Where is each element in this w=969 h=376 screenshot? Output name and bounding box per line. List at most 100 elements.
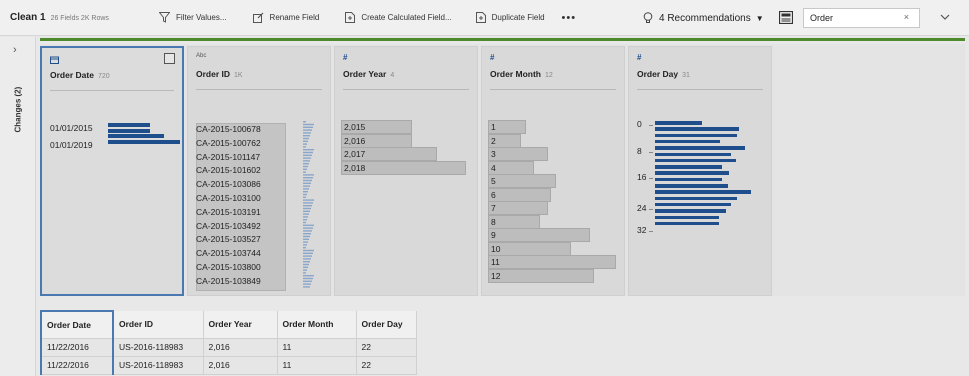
histogram-bar: 2,016 <box>341 133 413 148</box>
expand-icon[interactable]: › <box>13 44 17 56</box>
histogram-bar <box>655 202 732 207</box>
histogram-bar: 12 <box>488 268 595 283</box>
duplicate-icon <box>475 12 486 23</box>
column-header[interactable]: Order Day <box>356 311 417 339</box>
table-cell[interactable]: US-2016-118983 <box>113 338 204 357</box>
distribution-mark <box>303 191 308 193</box>
distribution-mark <box>303 154 312 156</box>
chevron-down-icon[interactable] <box>940 14 950 21</box>
distribution-mark <box>303 227 313 229</box>
table-cell[interactable]: 11 <box>277 338 357 357</box>
more-options-button[interactable]: ••• <box>552 12 587 24</box>
filter-values-label: Filter Values... <box>176 13 227 22</box>
column-header[interactable]: Order Year <box>203 311 278 339</box>
distribution-mark <box>303 216 308 218</box>
histogram-bar: 10 <box>488 241 572 256</box>
distribution-mark <box>303 238 309 240</box>
data-table: Order Date Order ID Order Year Order Mon… <box>40 310 417 375</box>
data-grid: Order Date Order ID Order Year Order Mon… <box>40 310 417 375</box>
recommendations-label: 4 Recommendations <box>659 12 751 24</box>
distribution-mark <box>303 261 310 263</box>
value-row: CA-2015-100678 <box>196 124 261 134</box>
histogram-bar <box>655 146 745 150</box>
table-cell[interactable]: 22 <box>356 356 417 375</box>
table-cell[interactable]: 11/22/2016 <box>40 338 114 357</box>
distribution-mark <box>303 121 306 123</box>
column-header[interactable]: Order Date <box>40 310 114 339</box>
distribution-mark <box>303 185 310 187</box>
profile-card-order-year[interactable]: # Order Year 4 2,015 2,016 2,017 2,018 <box>334 46 478 296</box>
calculated-field-icon <box>345 12 356 23</box>
create-calculated-field-button[interactable]: Create Calculated Field... <box>338 7 458 29</box>
distribution-mark <box>303 132 311 134</box>
distribution-mark <box>303 129 312 131</box>
rename-field-label: Rename Field <box>269 13 320 22</box>
distribution-mark <box>303 249 314 252</box>
progress-bar <box>40 38 965 41</box>
header-row: Order Date Order ID Order Year Order Mon… <box>40 310 417 339</box>
axis-tick <box>649 178 653 179</box>
profile-card-order-month[interactable]: # Order Month 12 1 2 3 4 5 6 7 8 9 10 11 12 <box>481 46 625 296</box>
search-input[interactable]: Order × <box>803 8 920 28</box>
histogram-bar <box>655 209 726 213</box>
filter-values-button[interactable]: Filter Values... <box>152 7 234 29</box>
profile-pane: Order Date 720 01/01/2015 01/01/2019 Abc … <box>40 44 965 296</box>
clear-icon[interactable]: × <box>904 12 909 22</box>
card-count: 12 <box>545 72 553 79</box>
rename-field-button[interactable]: Rename Field <box>246 7 327 29</box>
table-cell[interactable]: 2,016 <box>203 356 278 375</box>
card-header: Order Date 720 <box>50 70 110 80</box>
histogram-bar: 9 <box>488 228 591 242</box>
value-row: CA-2015-100762 <box>196 137 261 148</box>
distribution-mark <box>303 247 306 249</box>
histogram-bar <box>655 152 732 156</box>
distribution-mark <box>303 233 311 235</box>
card-count: 1K <box>234 72 243 79</box>
axis-tick <box>649 209 653 210</box>
value-row: CA-2015-103800 <box>196 262 261 272</box>
card-count: 720 <box>97 73 110 80</box>
distribution-mark <box>303 224 314 226</box>
recommendations-button[interactable]: 4 Recommendations ▼ <box>643 7 764 29</box>
profile-card-order-id[interactable]: Abc Order ID 1K CA-2015-100678 CA-2015-100… <box>187 46 331 296</box>
card-menu-icon[interactable] <box>164 53 175 64</box>
changes-label[interactable]: Changes (2) <box>14 87 23 133</box>
histogram-bar <box>655 171 729 175</box>
distribution-mark <box>303 283 311 285</box>
distribution-mark <box>303 193 307 196</box>
table-cell[interactable]: 11 <box>277 356 357 375</box>
distribution-mark <box>303 188 309 190</box>
divider <box>490 89 616 90</box>
profile-card-order-date[interactable]: Order Date 720 01/01/2015 01/01/2019 <box>40 46 184 296</box>
table-cell[interactable]: 11/22/2016 <box>40 356 114 375</box>
caret-down-icon: ▼ <box>755 13 764 23</box>
number-type-icon: # <box>637 53 642 62</box>
axis-tick <box>649 125 653 126</box>
divider <box>343 89 469 90</box>
distribution-mark <box>303 235 310 238</box>
distribution-mark <box>303 207 311 210</box>
histogram-bar <box>108 134 165 138</box>
changes-rail: › Changes (2) <box>0 37 36 376</box>
table-cell[interactable]: US-2016-118983 <box>113 356 204 375</box>
histogram-bar: 2,018 <box>341 160 466 175</box>
column-header[interactable]: Order Month <box>277 311 357 339</box>
distribution-mark <box>303 137 309 140</box>
table-cell[interactable]: 2,016 <box>203 338 278 357</box>
histogram-bar <box>655 165 723 169</box>
histogram-bar: 4 <box>488 160 535 175</box>
histogram-bar: 5 <box>488 174 556 188</box>
distribution-mark <box>303 277 313 280</box>
distribution-mark <box>303 160 310 162</box>
column-header[interactable]: Order ID <box>113 311 204 339</box>
create-calculated-field-label: Create Calculated Field... <box>361 13 452 22</box>
view-toggle-icon[interactable] <box>779 11 793 24</box>
histogram-bar <box>655 127 739 131</box>
axis-label: 16 <box>637 172 647 182</box>
distribution-mark <box>303 199 314 201</box>
table-cell[interactable]: 22 <box>356 338 417 357</box>
profile-card-order-day[interactable]: # Order Day 31 0 8 16 24 32 <box>628 46 772 296</box>
distribution-mark <box>303 140 308 142</box>
histogram-bar <box>655 121 703 125</box>
duplicate-field-button[interactable]: Duplicate Field <box>469 7 552 29</box>
